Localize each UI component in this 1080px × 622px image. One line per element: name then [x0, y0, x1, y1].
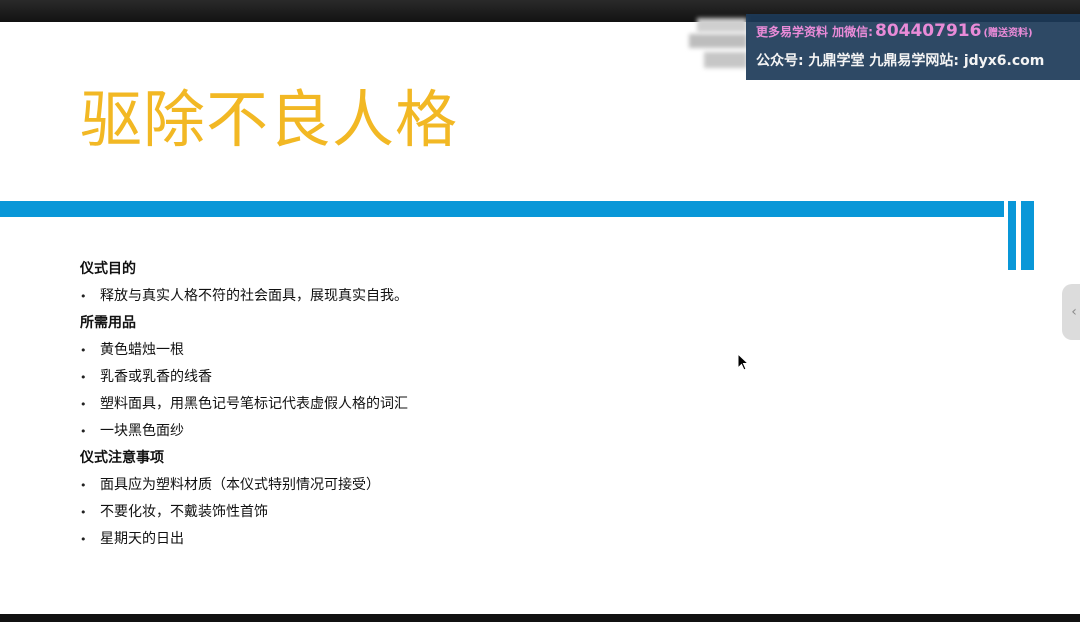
accent-stripe-left	[1008, 201, 1016, 270]
section-heading: 仪式注意事项	[80, 450, 164, 466]
list-item-text: 一块黑色面纱	[100, 423, 184, 439]
section-heading: 所需用品	[80, 315, 136, 331]
list-item-text: 塑料面具，用黑色记号笔标记代表虚假人格的词汇	[100, 396, 408, 412]
presentation-screen: 驱除不良人格 仪式目的 • 释放与真实人格不符的社会面具，展现真实自我。 所需用…	[0, 0, 1080, 622]
watermark-phone-number: 804407916	[874, 21, 982, 41]
list-item: • 面具应为塑料材质（本仪式特别情况可接受）	[80, 472, 700, 499]
mouse-cursor-icon	[737, 353, 749, 371]
accent-bar	[0, 201, 1004, 217]
section-supplies: 所需用品 • 黄色蜡烛一根 • 乳香或乳香的线香 • 塑料面具，用黑色记号笔标记…	[80, 310, 700, 445]
slide-content: 仪式目的 • 释放与真实人格不符的社会面具，展现真实自我。 所需用品 • 黄色蜡…	[80, 256, 700, 553]
watermark-line-contact: 更多易学资料 加微信: 804407916 (赠送资料)	[756, 18, 1033, 44]
list-item: • 乳香或乳香的线香	[80, 364, 700, 391]
bullet-icon: •	[80, 344, 87, 357]
list-item-text: 不要化妆，不戴装饰性首饰	[100, 504, 268, 520]
bullet-icon: •	[80, 506, 87, 519]
list-item-text: 释放与真实人格不符的社会面具，展现真实自我。	[100, 288, 408, 304]
list-item: • 一块黑色面纱	[80, 418, 700, 445]
section-purpose: 仪式目的 • 释放与真实人格不符的社会面具，展现真实自我。	[80, 256, 700, 310]
bullet-icon: •	[80, 479, 87, 492]
bullet-list: • 面具应为塑料材质（本仪式特别情况可接受） • 不要化妆，不戴装饰性首饰 • …	[80, 472, 700, 553]
list-item: • 释放与真实人格不符的社会面具，展现真实自我。	[80, 283, 700, 310]
accent-stripe-right	[1021, 201, 1034, 270]
watermark-lead-text: 更多易学资料 加微信:	[756, 25, 873, 39]
watermark-gift-note: (赠送资料)	[983, 28, 1033, 39]
slide-title: 驱除不良人格	[80, 83, 459, 156]
list-item-text: 星期天的日出	[100, 531, 184, 547]
blurred-region	[704, 52, 747, 68]
watermark-overlay: 更多易学资料 加微信: 804407916 (赠送资料) 公众号: 九鼎学堂 九鼎易…	[746, 14, 1080, 80]
blurred-region	[697, 18, 747, 32]
list-item-text: 面具应为塑料材质（本仪式特别情况可接受）	[100, 477, 380, 493]
list-item-text: 乳香或乳香的线香	[100, 369, 212, 385]
list-item: • 塑料面具，用黑色记号笔标记代表虚假人格的词汇	[80, 391, 700, 418]
list-item: • 黄色蜡烛一根	[80, 337, 700, 364]
side-panel-toggle[interactable]: ‹	[1062, 284, 1080, 340]
section-notes: 仪式注意事项 • 面具应为塑料材质（本仪式特别情况可接受） • 不要化妆，不戴装…	[80, 445, 700, 553]
blurred-region	[689, 34, 747, 48]
bullet-icon: •	[80, 371, 87, 384]
section-heading: 仪式目的	[80, 261, 136, 277]
bullet-icon: •	[80, 533, 87, 546]
bullet-list: • 黄色蜡烛一根 • 乳香或乳香的线香 • 塑料面具，用黑色记号笔标记代表虚假人…	[80, 337, 700, 445]
bottom-window-bar	[0, 614, 1080, 622]
bullet-icon: •	[80, 398, 87, 411]
bullet-icon: •	[80, 290, 87, 303]
list-item: • 星期天的日出	[80, 526, 700, 553]
bullet-icon: •	[80, 425, 87, 438]
chevron-left-icon: ‹	[1071, 304, 1077, 320]
list-item-text: 黄色蜡烛一根	[100, 342, 184, 358]
bullet-list: • 释放与真实人格不符的社会面具，展现真实自我。	[80, 283, 700, 310]
list-item: • 不要化妆，不戴装饰性首饰	[80, 499, 700, 526]
watermark-line-website: 公众号: 九鼎学堂 九鼎易学网站: jdyx6.com	[756, 53, 1045, 69]
